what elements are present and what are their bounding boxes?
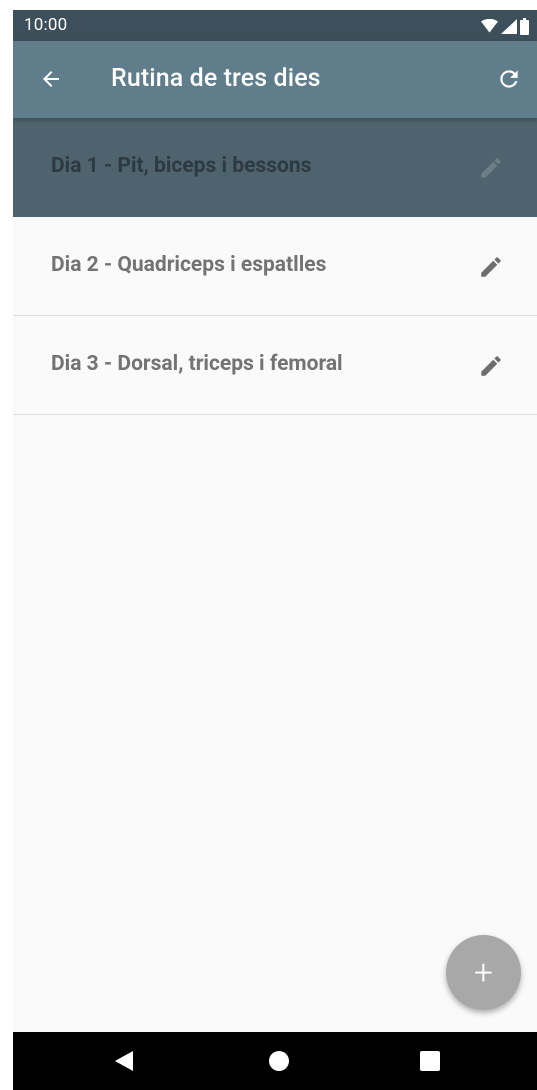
edit-button[interactable]	[475, 251, 507, 283]
nav-back-button[interactable]	[94, 1032, 154, 1090]
list-item-day-2[interactable]: Dia 2 - Quadriceps i espatlles	[13, 217, 537, 316]
list-item-label: Dia 1 - Pit, biceps i bessons	[51, 154, 312, 178]
list-item-label: Dia 2 - Quadriceps i espatlles	[51, 253, 327, 277]
plus-icon: +	[473, 952, 494, 993]
back-button[interactable]	[33, 61, 69, 97]
navigation-bar	[13, 1032, 537, 1090]
list-item-day-3[interactable]: Dia 3 - Dorsal, triceps i femoral	[13, 316, 537, 415]
circle-home-icon	[269, 1051, 289, 1071]
phone-screen: 10:00 Rutina de tres dies Dia 1 - Pit, b…	[13, 10, 537, 1090]
wifi-icon	[481, 19, 498, 33]
pencil-icon	[481, 158, 501, 178]
status-time: 10:00	[24, 15, 68, 35]
arrow-back-icon	[43, 71, 59, 87]
nav-recents-button[interactable]	[400, 1032, 460, 1090]
battery-icon	[520, 17, 529, 35]
edit-button[interactable]	[475, 350, 507, 382]
triangle-back-icon	[115, 1051, 133, 1071]
status-bar: 10:00	[13, 10, 537, 41]
refresh-button[interactable]	[489, 59, 529, 99]
list-item-day-1[interactable]: Dia 1 - Pit, biceps i bessons	[13, 118, 537, 217]
pencil-icon	[481, 356, 501, 376]
days-list: Dia 1 - Pit, biceps i bessons Dia 2 - Qu…	[13, 118, 537, 415]
add-day-button[interactable]: +	[446, 935, 521, 1010]
page-title: Rutina de tres dies	[111, 64, 321, 93]
app-bar: Rutina de tres dies	[13, 41, 537, 118]
signal-icon	[501, 18, 517, 34]
pencil-icon	[481, 257, 501, 277]
edit-button[interactable]	[475, 152, 507, 184]
refresh-icon	[500, 70, 518, 88]
list-item-label: Dia 3 - Dorsal, triceps i femoral	[51, 352, 343, 376]
square-recents-icon	[420, 1051, 440, 1071]
nav-home-button[interactable]	[249, 1032, 309, 1090]
status-icons	[481, 17, 529, 35]
